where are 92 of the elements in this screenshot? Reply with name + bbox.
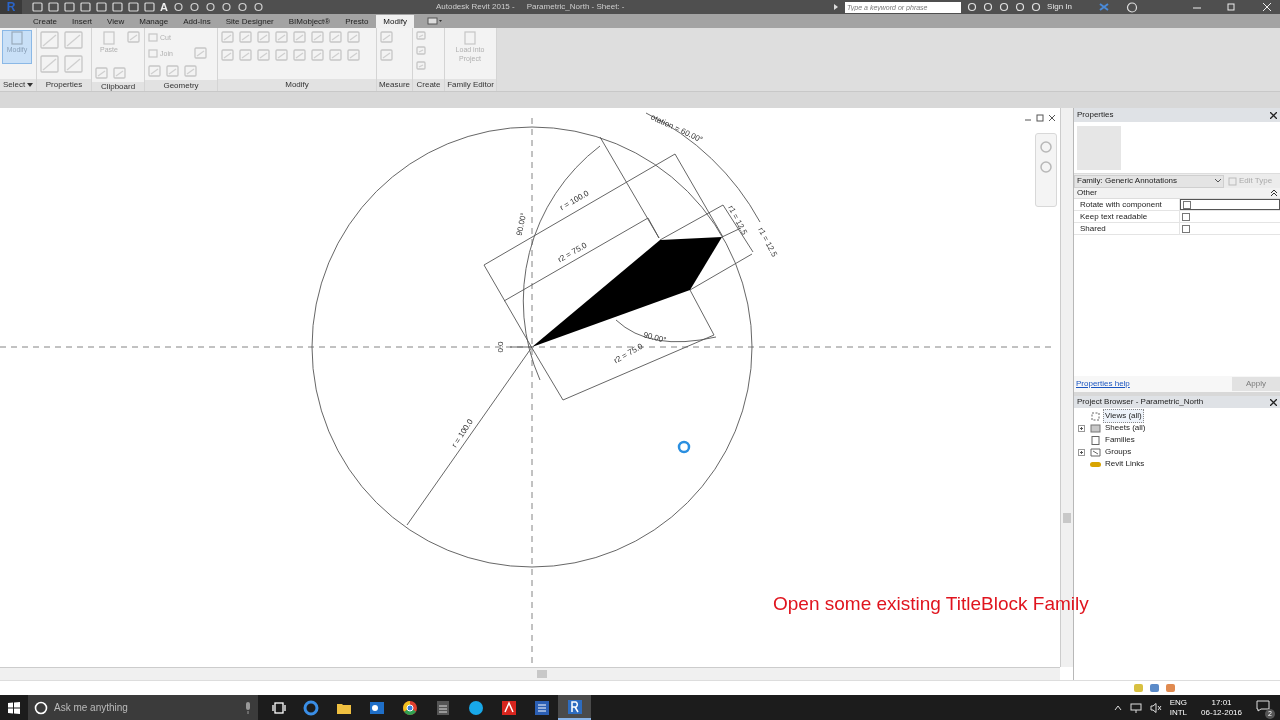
- panel-label: Family Editor: [447, 81, 494, 89]
- mail-icon: [368, 699, 385, 716]
- checkbox[interactable]: [1182, 224, 1190, 233]
- dimension-label[interactable]: 90.00°: [642, 330, 668, 345]
- language-text: ENG: [1169, 697, 1188, 708]
- dimension-label[interactable]: r2 = 75.0: [556, 240, 589, 265]
- calculator-icon: [434, 699, 451, 716]
- sign-in-link[interactable]: Sign In: [1047, 1, 1072, 13]
- date-text: 06-12-2016: [1201, 707, 1242, 718]
- panel-label: Measure: [378, 81, 411, 89]
- views-icon: [1090, 411, 1101, 421]
- checkbox[interactable]: [1182, 212, 1190, 221]
- family-preview-image: [1077, 125, 1121, 170]
- tree-item[interactable]: Sheets (all): [1103, 421, 1148, 435]
- panel-label: Clipboard: [100, 82, 136, 91]
- restore-icon[interactable]: [1036, 114, 1044, 122]
- keyboard-layout-text: INTL: [1169, 707, 1188, 718]
- panel-label: Select: [2, 81, 26, 89]
- parameter-label: Shared: [1074, 222, 1180, 235]
- ribbon-tab[interactable]: Presto: [338, 15, 376, 28]
- expand-icon[interactable]: [1078, 424, 1085, 432]
- taskbar-app-button[interactable]: [558, 695, 591, 720]
- panel-title: Properties: [1077, 109, 1114, 121]
- properties-help-link[interactable]: Properties help: [1076, 378, 1130, 390]
- document-title: Parametric_North - Sheet: -: [526, 1, 625, 13]
- ribbon-tab[interactable]: BIMobject®: [281, 15, 338, 28]
- panel-label: Properties: [45, 81, 83, 89]
- group-header: Other: [1077, 187, 1097, 199]
- close-icon[interactable]: [1048, 114, 1056, 122]
- close-icon[interactable]: [1270, 398, 1277, 406]
- text-tool-button[interactable]: A: [160, 1, 168, 13]
- message-icon: [1256, 699, 1270, 712]
- type-selector[interactable]: Family: Generic Annotations: [1074, 174, 1224, 188]
- family-icon: [1090, 435, 1101, 445]
- panel-label: Modify: [285, 81, 309, 89]
- task-view-icon[interactable]: [272, 701, 286, 714]
- panel-label: Create: [416, 81, 441, 89]
- ribbon-tab[interactable]: Create: [26, 15, 64, 28]
- tool-icon: [10, 31, 24, 45]
- value-cell[interactable]: [1180, 199, 1280, 210]
- sheet-icon: [1090, 423, 1101, 433]
- ribbon-tab[interactable]: Add-Ins: [176, 15, 218, 28]
- tool-icon: [102, 31, 116, 45]
- tool-icon: [463, 31, 477, 45]
- dimension-label[interactable]: 0.0: [496, 341, 505, 353]
- time-text: 17:01: [1211, 697, 1232, 708]
- browser-icon: [401, 699, 418, 716]
- microphone-icon: [244, 701, 252, 714]
- search-box[interactable]: Ask me anything: [28, 695, 258, 720]
- document-icon: [533, 699, 550, 716]
- ribbon-tab[interactable]: View: [100, 15, 132, 28]
- search-field[interactable]: Ask me anything: [54, 700, 238, 715]
- chevron-up-icon[interactable]: [1113, 704, 1122, 711]
- panel-label: Geometry: [163, 81, 199, 90]
- tree-item[interactable]: Views (all): [1103, 409, 1144, 423]
- checkbox[interactable]: [1183, 200, 1191, 209]
- parameter-label: Rotate with component: [1074, 198, 1180, 211]
- muted-speaker-icon[interactable]: [1149, 702, 1162, 713]
- dimension-label[interactable]: r2 = 75.0: [612, 341, 645, 366]
- ribbon-tab[interactable]: Insert: [65, 15, 100, 28]
- pdf-icon: [500, 699, 517, 716]
- link-icon: [1090, 459, 1101, 469]
- expand-icon[interactable]: [1078, 448, 1085, 456]
- tree-item[interactable]: Groups: [1103, 445, 1134, 459]
- horizontal-scrollbar[interactable]: [0, 667, 1060, 680]
- dimension-label[interactable]: 90.00°: [514, 211, 529, 237]
- expand-arrow-icon[interactable]: [833, 3, 840, 11]
- cortana-icon: [34, 700, 48, 715]
- group-icon: [1090, 447, 1101, 457]
- collapse-icon[interactable]: [1271, 190, 1277, 196]
- ribbon-tab[interactable]: Manage: [132, 15, 176, 28]
- panel-toggle-icon[interactable]: [426, 17, 443, 25]
- windows-start-icon[interactable]: [8, 701, 20, 714]
- app-title: Autodesk Revit 2015 -: [435, 1, 515, 13]
- network-icon[interactable]: [1129, 702, 1142, 713]
- close-icon[interactable]: [1270, 111, 1277, 119]
- caret-icon[interactable]: [27, 83, 34, 87]
- dimension-label[interactable]: r1 = 12.5: [726, 204, 749, 237]
- chevron-icon: [1215, 179, 1221, 183]
- cad-app-icon: [566, 698, 583, 715]
- input-language-button[interactable]: ENG INTL: [1169, 697, 1188, 718]
- tree-item[interactable]: Families: [1103, 433, 1137, 447]
- cursor-ring-icon: [677, 440, 691, 454]
- panel-title: Project Browser - Parametric_North: [1077, 396, 1204, 408]
- ribbon-tab[interactable]: Site Designer: [218, 15, 281, 28]
- caption-text: Open some existing TitleBlock Family: [773, 594, 1089, 613]
- tree-item[interactable]: Revit Links: [1103, 457, 1147, 471]
- clock-button[interactable]: 17:01 06-12-2016: [1201, 697, 1242, 718]
- edit-type-icon: [1228, 176, 1237, 186]
- parameter-label: Keep text readable: [1074, 210, 1180, 223]
- dimension-label[interactable]: r1 = 12.5: [756, 226, 779, 259]
- ribbon-tab[interactable]: Modify: [376, 15, 414, 28]
